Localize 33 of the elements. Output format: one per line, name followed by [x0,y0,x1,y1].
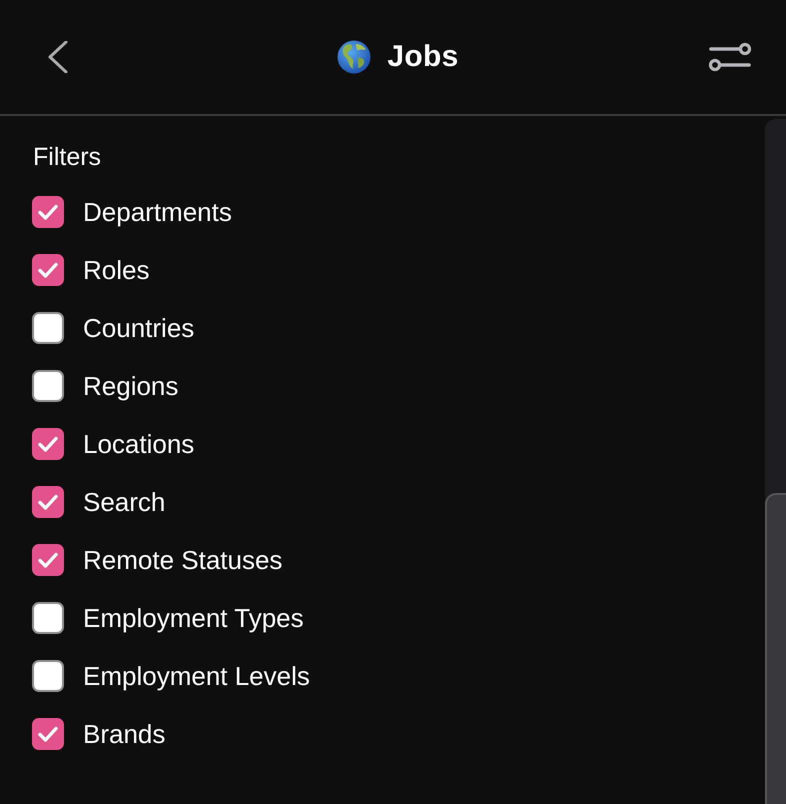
checkmark-icon [38,726,58,742]
filter-label: Locations [83,428,194,460]
globe-icon [337,40,372,74]
checkmark-icon [38,262,58,278]
filter-label: Remote Statuses [83,544,282,576]
page-title: Jobs [387,40,459,74]
filter-label: Countries [83,312,194,344]
sliders-icon [708,41,752,73]
checkbox[interactable] [32,370,64,402]
back-chevron-icon [48,41,68,73]
checkmark-icon [38,436,58,452]
checkbox[interactable] [32,544,64,576]
checkbox[interactable] [32,602,64,634]
checkmark-icon [38,494,58,510]
filters-heading: Filters [33,142,102,172]
checkbox[interactable] [32,486,64,518]
filter-label: Departments [83,196,232,228]
checkbox[interactable] [32,254,64,286]
filter-label: Brands [83,718,166,750]
filter-label: Employment Levels [83,660,310,692]
checkmark-icon [38,204,58,220]
checkmark-icon [38,552,58,568]
filter-settings-button[interactable] [708,41,752,73]
filter-label: Roles [83,254,150,286]
checkbox[interactable] [32,428,64,460]
checkbox[interactable] [32,718,64,750]
filter-label: Employment Types [83,602,304,634]
checkbox[interactable] [32,196,64,228]
filter-label: Search [83,486,166,518]
checkbox[interactable] [32,660,64,692]
scrollbar-thumb[interactable] [765,493,786,804]
checkbox[interactable] [32,312,64,344]
filter-label: Regions [83,370,178,402]
